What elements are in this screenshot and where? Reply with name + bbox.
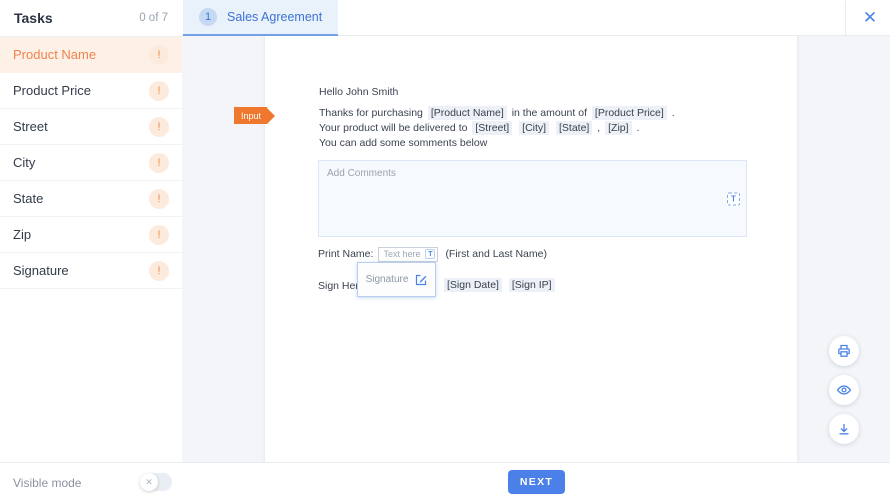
print-name-label: Print Name: bbox=[318, 248, 373, 260]
required-badge-icon: ! bbox=[149, 81, 169, 101]
paragraph-line-1: Thanks for purchasing [Product Name] in … bbox=[319, 106, 789, 121]
preview-button[interactable] bbox=[829, 375, 859, 405]
tab-number-badge: 1 bbox=[199, 8, 217, 26]
line2-comma: , bbox=[597, 122, 600, 134]
print-name-placeholder: Text here bbox=[383, 249, 420, 259]
signature-field-button[interactable]: Signature bbox=[357, 262, 436, 297]
document-tabbar: 1 Sales Agreement ✕ bbox=[182, 0, 890, 36]
line1-suffix: . bbox=[672, 107, 675, 119]
task-label: Zip bbox=[13, 227, 31, 242]
required-badge-icon: ! bbox=[149, 153, 169, 173]
task-item-zip[interactable]: Zip ! bbox=[0, 217, 182, 253]
download-button[interactable] bbox=[829, 414, 859, 444]
document-page: Hello John Smith Thanks for purchasing [… bbox=[265, 36, 797, 462]
required-badge-icon: ! bbox=[149, 117, 169, 137]
task-label: Product Name bbox=[13, 47, 96, 62]
line1-prefix: Thanks for purchasing bbox=[319, 107, 423, 119]
tab-label: Sales Agreement bbox=[227, 10, 322, 24]
tab-sales-agreement[interactable]: 1 Sales Agreement bbox=[183, 0, 338, 36]
merge-field-sign-date: [Sign Date] bbox=[444, 278, 502, 292]
print-button[interactable] bbox=[829, 336, 859, 366]
tasks-counter: 0 of 7 bbox=[139, 12, 168, 24]
task-label: City bbox=[13, 155, 35, 170]
task-label: State bbox=[13, 191, 43, 206]
required-badge-icon: ! bbox=[149, 261, 169, 281]
merge-field-street: [Street] bbox=[472, 121, 512, 135]
task-item-street[interactable]: Street ! bbox=[0, 109, 182, 145]
body-paragraph: Thanks for purchasing [Product Name] in … bbox=[319, 106, 789, 151]
print-name-hint: (First and Last Name) bbox=[445, 248, 547, 260]
eye-icon bbox=[836, 382, 852, 398]
sign-meta-tokens: [Sign Date] [Sign IP] bbox=[442, 279, 557, 291]
merge-field-city: [City] bbox=[519, 121, 549, 135]
task-item-product-name[interactable]: Product Name ! bbox=[0, 37, 182, 73]
signature-field-label: Signature bbox=[366, 274, 409, 285]
greeting-text: Hello John Smith bbox=[319, 86, 398, 98]
close-icon[interactable]: ✕ bbox=[855, 3, 885, 33]
signature-edit-icon bbox=[415, 274, 427, 286]
line2-suffix: . bbox=[636, 122, 639, 134]
task-item-product-price[interactable]: Product Price ! bbox=[0, 73, 182, 109]
text-field-icon: T bbox=[425, 249, 435, 259]
merge-field-sign-ip: [Sign IP] bbox=[509, 278, 555, 292]
next-button[interactable]: NEXT bbox=[508, 470, 565, 494]
merge-field-product-name: [Product Name] bbox=[428, 106, 507, 120]
task-item-state[interactable]: State ! bbox=[0, 181, 182, 217]
tasks-header: Tasks 0 of 7 bbox=[0, 0, 182, 37]
merge-field-zip: [Zip] bbox=[605, 121, 631, 135]
toggle-off-icon: ✕ bbox=[140, 473, 158, 491]
download-icon bbox=[836, 421, 852, 437]
task-label: Product Price bbox=[13, 83, 91, 98]
required-badge-icon: ! bbox=[149, 189, 169, 209]
paragraph-line-2: Your product will be delivered to [Stree… bbox=[319, 121, 789, 136]
input-pointer-tag: Input bbox=[234, 107, 275, 124]
print-name-input[interactable]: Text here T bbox=[378, 247, 438, 262]
task-item-signature[interactable]: Signature ! bbox=[0, 253, 182, 289]
visible-mode-toggle[interactable]: ✕ bbox=[140, 473, 172, 491]
text-field-icon: T bbox=[727, 192, 740, 205]
line2-prefix: Your product will be delivered to bbox=[319, 122, 467, 134]
tasks-sidebar: Tasks 0 of 7 Product Name ! Product Pric… bbox=[0, 0, 182, 462]
task-label: Street bbox=[13, 119, 48, 134]
comments-placeholder: Add Comments bbox=[327, 168, 396, 179]
merge-field-state: [State] bbox=[556, 121, 592, 135]
tasks-title: Tasks bbox=[14, 10, 53, 26]
arrow-right-icon bbox=[267, 108, 275, 124]
task-label: Signature bbox=[13, 263, 69, 278]
required-badge-icon: ! bbox=[149, 45, 169, 65]
document-area: 1 Sales Agreement ✕ Input Hello John Smi… bbox=[182, 0, 890, 462]
visible-mode-label: Visible mode bbox=[13, 476, 81, 490]
printer-icon bbox=[836, 343, 852, 359]
line1-mid: in the amount of bbox=[512, 107, 587, 119]
tabbar-divider bbox=[845, 1, 846, 35]
merge-field-product-price: [Product Price] bbox=[592, 106, 667, 120]
required-badge-icon: ! bbox=[149, 225, 169, 245]
app-window: Tasks 0 of 7 Product Name ! Product Pric… bbox=[0, 0, 890, 500]
footer-bar: Visible mode ✕ NEXT bbox=[0, 462, 890, 500]
comments-textarea[interactable]: Add Comments T bbox=[318, 160, 747, 237]
task-item-city[interactable]: City ! bbox=[0, 145, 182, 181]
print-name-row: Print Name: Text here T (First and Last … bbox=[318, 246, 547, 262]
paragraph-line-3: You can add some somments below bbox=[319, 136, 789, 151]
input-tag-label: Input bbox=[234, 107, 267, 124]
